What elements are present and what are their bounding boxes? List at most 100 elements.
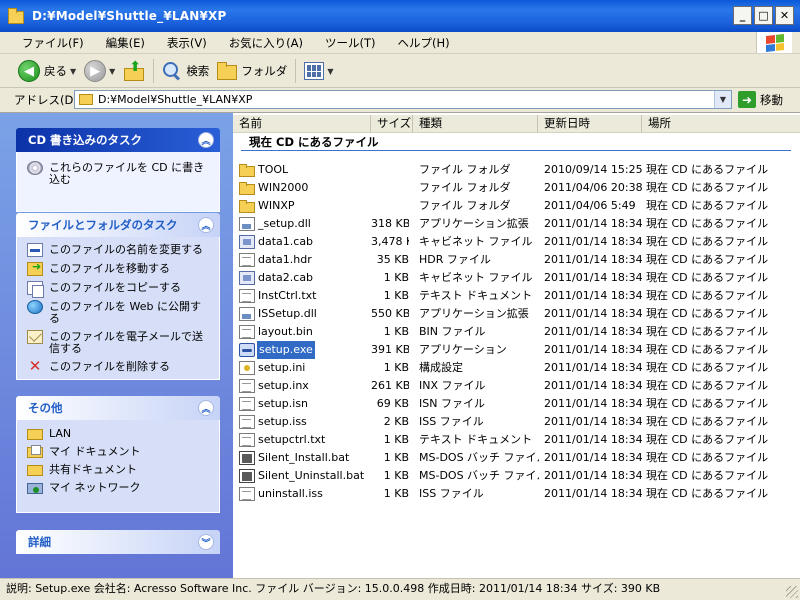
panel-title: その他 bbox=[28, 401, 63, 415]
file-name: ISSetup.dll bbox=[258, 307, 317, 320]
file-row[interactable]: data2.cab 1 KB キャビネット ファイル 2011/01/14 18:34… bbox=[233, 269, 800, 287]
file-row[interactable]: setup.ini 1 KB 構成設定 2011/01/14 18:34 現在 CD に… bbox=[233, 359, 800, 377]
task-delete[interactable]: ✕ このファイルを削除する bbox=[27, 359, 211, 374]
file-row[interactable]: _setup.dll 318 KB アプリケーション拡張 2011/01/14 18:… bbox=[233, 215, 800, 233]
file-name: _setup.dll bbox=[258, 217, 311, 230]
minimize-button[interactable]: _ bbox=[733, 6, 752, 25]
email-icon bbox=[27, 330, 43, 344]
file-row[interactable]: setup.inx 261 KB INX ファイル 2011/01/14 18:34 現… bbox=[233, 377, 800, 395]
cd-tasks-header[interactable]: CD 書き込みのタスク ︽ bbox=[16, 128, 220, 152]
file-row[interactable]: data1.cab 3,478 KB キャビネット ファイル 2011/01/14 1… bbox=[233, 233, 800, 251]
folder-icon bbox=[8, 7, 24, 24]
file-row[interactable]: WINXP ファイル フォルダ 2011/04/06 5:49 現在 CD にあるファ… bbox=[233, 197, 800, 215]
details-header[interactable]: 詳細 ︾ bbox=[16, 530, 220, 554]
resize-grip-icon[interactable] bbox=[786, 586, 798, 598]
collapse-chevron-icon[interactable]: ︽ bbox=[198, 217, 214, 233]
menu-edit[interactable]: 編集(E) bbox=[106, 35, 155, 51]
column-location[interactable]: 場所 bbox=[642, 115, 800, 133]
task-write-cd[interactable]: これらのファイルを CD に書き込む bbox=[27, 161, 211, 186]
views-button[interactable]: ▼ bbox=[300, 57, 337, 85]
column-name[interactable]: 名前 bbox=[233, 115, 371, 133]
file-modified: 2011/01/14 18:34 bbox=[544, 271, 643, 284]
file-size: 1 KB bbox=[383, 325, 409, 338]
place-lan[interactable]: LAN bbox=[27, 428, 211, 440]
expand-chevron-icon[interactable]: ︾ bbox=[198, 534, 214, 550]
go-arrow-icon: ➜ bbox=[738, 91, 756, 108]
cab-icon bbox=[239, 271, 255, 285]
address-bar: アドレス(D) D:¥Model¥Shuttle_¥LAN¥XP ▼ ➜ 移動 bbox=[0, 89, 800, 111]
forward-button[interactable]: ▶ ▼ bbox=[80, 57, 119, 85]
go-button[interactable]: ➜ 移動 bbox=[738, 91, 783, 108]
close-button[interactable]: ✕ bbox=[775, 6, 794, 25]
back-dropdown-icon[interactable]: ▼ bbox=[70, 67, 76, 76]
details-panel: 詳細 ︾ bbox=[16, 530, 220, 554]
file-location: 現在 CD にあるファイル bbox=[646, 253, 769, 266]
file-row[interactable]: layout.bin 1 KB BIN ファイル 2011/01/14 18:34 現在… bbox=[233, 323, 800, 341]
task-email[interactable]: このファイルを電子メールで送信する bbox=[27, 330, 211, 355]
place-my-network[interactable]: マイ ネットワーク bbox=[27, 482, 211, 494]
collapse-chevron-icon[interactable]: ︽ bbox=[198, 400, 214, 416]
menu-favorites[interactable]: お気に入り(A) bbox=[229, 35, 313, 51]
title-bar[interactable]: D:¥Model¥Shuttle_¥LAN¥XP _ □ ✕ bbox=[0, 0, 800, 32]
column-type[interactable]: 種類 bbox=[413, 115, 538, 133]
panel-title: 詳細 bbox=[28, 535, 51, 549]
file-row[interactable]: InstCtrl.txt 1 KB テキスト ドキュメント 2011/01/14 18… bbox=[233, 287, 800, 305]
file-name: WINXP bbox=[258, 199, 295, 212]
up-folder-button[interactable]: ⬆ bbox=[119, 57, 149, 85]
window-controls: _ □ ✕ bbox=[733, 6, 794, 25]
file-location: 現在 CD にあるファイル bbox=[646, 469, 769, 482]
file-modified: 2011/01/14 18:34 bbox=[544, 361, 643, 374]
maximize-button[interactable]: □ bbox=[754, 6, 773, 25]
file-modified: 2011/01/14 18:34 bbox=[544, 469, 643, 482]
file-location: 現在 CD にあるファイル bbox=[646, 271, 769, 284]
task-label: これらのファイルを CD に書き込む bbox=[49, 161, 205, 186]
file-icon bbox=[239, 415, 255, 429]
file-row[interactable]: setupctrl.txt 1 KB テキスト ドキュメント 2011/01/14 1… bbox=[233, 431, 800, 449]
file-row[interactable]: data1.hdr 35 KB HDR ファイル 2011/01/14 18:34 現在… bbox=[233, 251, 800, 269]
other-places-panel: その他 ︽ LAN マイ ドキュメント 共有ドキュメント マイ ネットワーク bbox=[16, 396, 220, 513]
task-copy[interactable]: このファイルをコピーする bbox=[27, 281, 211, 298]
collapse-chevron-icon[interactable]: ︽ bbox=[198, 132, 214, 148]
file-name-cell: uninstall.iss bbox=[239, 485, 369, 503]
file-row[interactable]: uninstall.iss 1 KB ISS ファイル 2011/01/14 18:3… bbox=[233, 485, 800, 503]
search-button[interactable]: 検索 bbox=[158, 57, 213, 85]
forward-dropdown-icon[interactable]: ▼ bbox=[109, 67, 115, 76]
file-type: INX ファイル bbox=[419, 379, 486, 392]
file-row[interactable]: TOOL ファイル フォルダ 2010/09/14 15:25 現在 CD にあるファ… bbox=[233, 161, 800, 179]
search-label: 検索 bbox=[186, 64, 210, 78]
views-dropdown-icon: ▼ bbox=[327, 66, 334, 76]
task-rename[interactable]: このファイルの名前を変更する bbox=[27, 243, 211, 257]
file-type: アプリケーション bbox=[419, 343, 507, 356]
task-move[interactable]: このファイルを移動する bbox=[27, 261, 211, 276]
column-modified[interactable]: 更新日時 bbox=[538, 115, 642, 133]
address-value[interactable]: D:¥Model¥Shuttle_¥LAN¥XP bbox=[98, 93, 252, 106]
file-location: 現在 CD にあるファイル bbox=[646, 217, 769, 230]
back-button[interactable]: ◀ 戻る ▼ bbox=[14, 57, 80, 85]
file-name-cell: Silent_Uninstall.bat bbox=[239, 467, 369, 485]
task-publish-web[interactable]: このファイルを Web に公開する bbox=[27, 300, 211, 325]
file-row[interactable]: Silent_Uninstall.bat 1 KB MS-DOS バッチ ファイル 2… bbox=[233, 467, 800, 485]
file-tasks-header[interactable]: ファイルとフォルダのタスク ︽ bbox=[16, 213, 220, 237]
menu-help[interactable]: ヘルプ(H) bbox=[398, 35, 460, 51]
menu-view[interactable]: 表示(V) bbox=[167, 35, 217, 51]
folders-button[interactable]: フォルダ bbox=[213, 57, 291, 85]
place-shared-documents[interactable]: 共有ドキュメント bbox=[27, 464, 211, 476]
file-location: 現在 CD にあるファイル bbox=[646, 343, 769, 356]
file-row[interactable]: Silent_Install.bat 1 KB MS-DOS バッチ ファイル 201… bbox=[233, 449, 800, 467]
file-name: setup.exe bbox=[257, 341, 315, 359]
other-places-header[interactable]: その他 ︽ bbox=[16, 396, 220, 420]
menu-file[interactable]: ファイル(F) bbox=[22, 35, 94, 51]
place-my-documents[interactable]: マイ ドキュメント bbox=[27, 445, 211, 458]
file-row[interactable]: WIN2000 ファイル フォルダ 2011/04/06 20:38 現在 CD にあ… bbox=[233, 179, 800, 197]
file-name-cell: layout.bin bbox=[239, 323, 369, 341]
file-row[interactable]: setup.isn 69 KB ISN ファイル 2011/01/14 18:34 現在… bbox=[233, 395, 800, 413]
dll-icon bbox=[239, 307, 255, 321]
file-row[interactable]: ISSetup.dll 550 KB アプリケーション拡張 2011/01/14 18… bbox=[233, 305, 800, 323]
address-dropdown-icon[interactable]: ▼ bbox=[714, 91, 731, 108]
menu-tools[interactable]: ツール(T) bbox=[325, 35, 386, 51]
file-row[interactable]: setup.exe 391 KB アプリケーション 2011/01/14 18:34 現… bbox=[233, 341, 800, 359]
file-row[interactable]: setup.iss 2 KB ISS ファイル 2011/01/14 18:34 現在 … bbox=[233, 413, 800, 431]
column-size[interactable]: サイズ bbox=[371, 115, 413, 133]
address-input[interactable]: D:¥Model¥Shuttle_¥LAN¥XP ▼ bbox=[74, 90, 732, 109]
views-icon bbox=[304, 62, 325, 80]
